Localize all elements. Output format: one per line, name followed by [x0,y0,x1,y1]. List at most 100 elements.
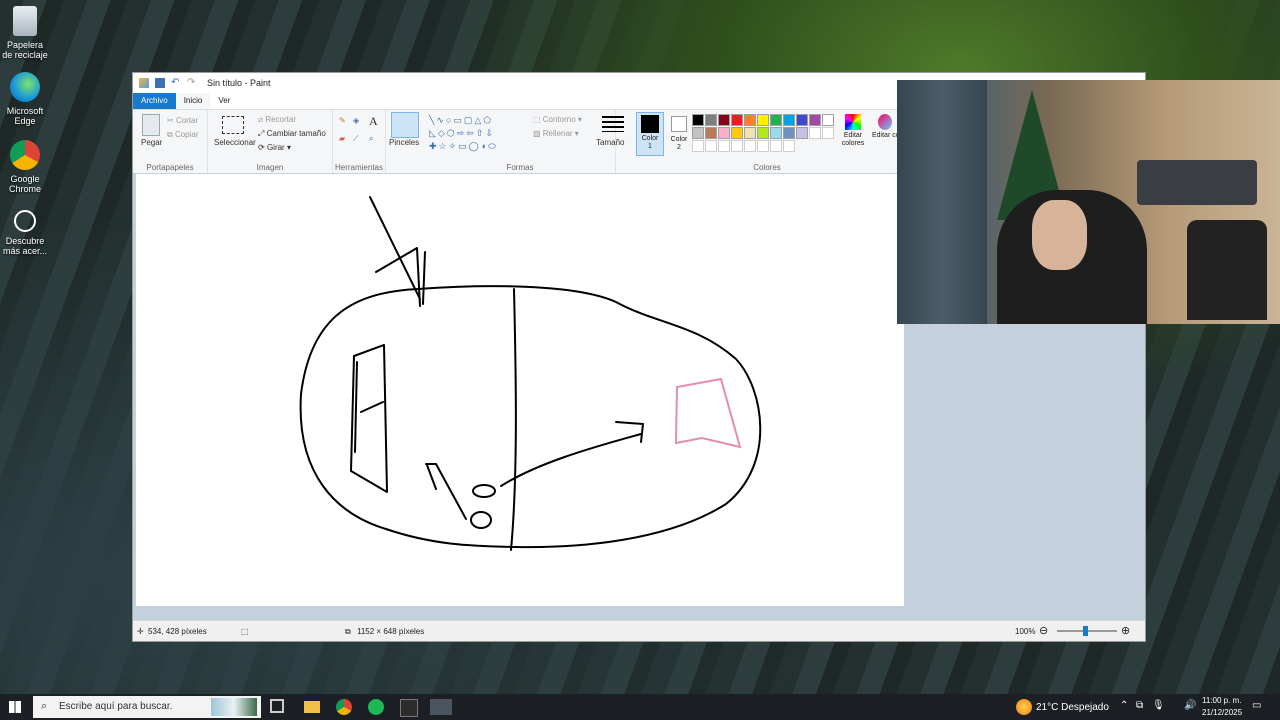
notifications-icon[interactable]: ▭ [1252,700,1261,711]
palette-swatch-empty[interactable] [822,127,834,139]
cut-button[interactable]: ✂ Cortar [167,116,198,125]
file-explorer-icon[interactable] [304,701,320,713]
palette-swatch-empty[interactable] [705,140,717,152]
save-icon[interactable] [155,78,165,88]
clock-time[interactable]: 11:00 p. m. [1202,696,1241,705]
paint-taskbar-icon[interactable] [430,699,452,715]
small-circle-top [472,484,496,498]
taskbar-search[interactable]: ⌕ Escribe aquí para buscar. [33,696,261,718]
group-imagen: Seleccionar ⧄ Recortar ⤢ Cambiar tamaño … [208,110,333,174]
palette-swatch[interactable] [809,114,821,126]
palette-swatch-empty[interactable] [809,127,821,139]
palette-swatch-empty[interactable] [770,140,782,152]
color1-button[interactable]: Color 1 [636,112,664,156]
group-pinceles[interactable]: Pinceles [386,110,424,174]
palette-swatch[interactable] [692,114,704,126]
network-icon[interactable]: ⧉ [1136,700,1143,711]
text-icon[interactable]: A [369,114,378,129]
eraser-icon[interactable]: ▰ [339,134,345,143]
clock-date[interactable]: 21/12/2025 [1202,708,1242,717]
magnifier-icon[interactable]: ⌕ [369,134,373,144]
paste-icon [142,114,160,136]
task-view-icon[interactable] [270,699,284,713]
crop-button[interactable]: ⧄ Recortar [258,115,296,125]
zoom-slider[interactable] [1057,626,1117,636]
edit-colors-button[interactable]: Editar colores [838,114,868,148]
copy-button[interactable]: ⧉ Copiar [167,130,199,140]
palette-swatch[interactable] [796,114,808,126]
pencil-icon[interactable]: ✎ [339,116,346,125]
tab-ver[interactable]: Ver [210,93,238,109]
search-placeholder: Escribe aquí para buscar. [59,701,173,712]
palette-swatch-empty[interactable] [692,140,704,152]
drawing-canvas[interactable] [136,174,904,606]
spotify-icon[interactable] [368,699,384,715]
show-hidden-icons[interactable]: ⌃ [1120,700,1128,711]
palette-swatch-empty[interactable] [757,140,769,152]
bed [1137,160,1257,205]
palette-swatch-empty[interactable] [783,140,795,152]
cut-label: Cortar [175,116,199,125]
zoom-out-button[interactable]: ⊖ [1039,624,1048,637]
fill-shape-button[interactable]: ▨ Rellenar ▾ [533,129,579,138]
undo-icon[interactable]: ↶ [171,78,181,88]
weather-text[interactable]: 21°C Despejado [1036,702,1109,713]
redo-icon[interactable]: ↷ [187,78,197,88]
palette-swatch[interactable] [731,114,743,126]
palette-swatch[interactable] [770,114,782,126]
edit-colors-icon [845,114,861,130]
palette-swatch-empty[interactable] [731,140,743,152]
palette-swatch[interactable] [692,127,704,139]
palette-swatch[interactable] [757,127,769,139]
tab-archivo[interactable]: Archivo [133,93,176,109]
rotate-label: Girar [266,143,285,152]
desktop-icon-acer[interactable]: Descubre más acer... [2,210,48,256]
palette-swatch[interactable] [757,114,769,126]
terminal-icon[interactable] [400,699,418,717]
tab-inicio[interactable]: Inicio [175,93,211,109]
paint3d-button[interactable]: Editar con Paint 3D [872,114,898,140]
fill-icon[interactable]: ◈ [353,116,359,125]
desktop-icon-label: Google Chrome [8,174,41,194]
desktop-icon-recycle-bin[interactable]: Papelera de reciclaje [2,6,48,60]
palette-swatch[interactable] [796,127,808,139]
paste-button[interactable]: Pegar [141,138,162,147]
left-rectangle [350,344,388,493]
desktop-icon-chrome[interactable]: Google Chrome [2,140,48,194]
chrome-taskbar-icon[interactable] [336,699,352,715]
palette-swatch[interactable] [744,114,756,126]
palette-swatch-empty[interactable] [744,140,756,152]
zoom-in-button[interactable]: ⊕ [1121,624,1130,637]
color1-swatch [641,115,659,133]
rotate-button[interactable]: ⟳ Girar ▾ [258,143,291,152]
paint3d-label: Editar con Paint 3D [872,132,898,139]
speaker-icon[interactable]: 🔊 [1184,700,1196,711]
zoom-slider-thumb[interactable] [1083,626,1088,636]
windows-start-icon[interactable] [9,701,21,713]
palette-swatch[interactable] [783,127,795,139]
crop-label: Recortar [265,115,296,124]
pinceles-label: Pinceles [389,138,420,147]
palette-swatch-empty[interactable] [718,140,730,152]
group-label: Herramientas [334,163,383,172]
palette-swatch[interactable] [718,127,730,139]
palette-swatch[interactable] [731,127,743,139]
palette-swatch[interactable] [744,127,756,139]
select-button[interactable]: Seleccionar [214,138,256,147]
window-title: Sin título - Paint [207,78,271,88]
cursor-position: 534, 428 píxeles [148,627,207,636]
palette-swatch[interactable] [718,114,730,126]
palette-swatch[interactable] [770,127,782,139]
color-picker-icon[interactable]: ⟋ [353,134,359,144]
resize-button[interactable]: ⤢ Cambiar tamaño [258,129,326,139]
shapes-gallery[interactable]: ╲∿○▭▢△⬠ ◺◇⬡⇨⇦⇧⇩ ✚☆✧▭◯◖⬭ [429,114,525,154]
color2-button[interactable]: Color 2 [666,112,692,154]
outline-button[interactable]: ⬚ Contorno ▾ [533,115,582,124]
desktop-icon-edge[interactable]: Microsoft Edge [2,72,48,126]
palette-swatch[interactable] [705,127,717,139]
microphone-icon[interactable]: 🎙 [1152,700,1165,711]
palette-swatch[interactable] [783,114,795,126]
palette-swatch[interactable] [705,114,717,126]
palette-swatch[interactable] [822,114,834,126]
color-palette [692,114,838,152]
